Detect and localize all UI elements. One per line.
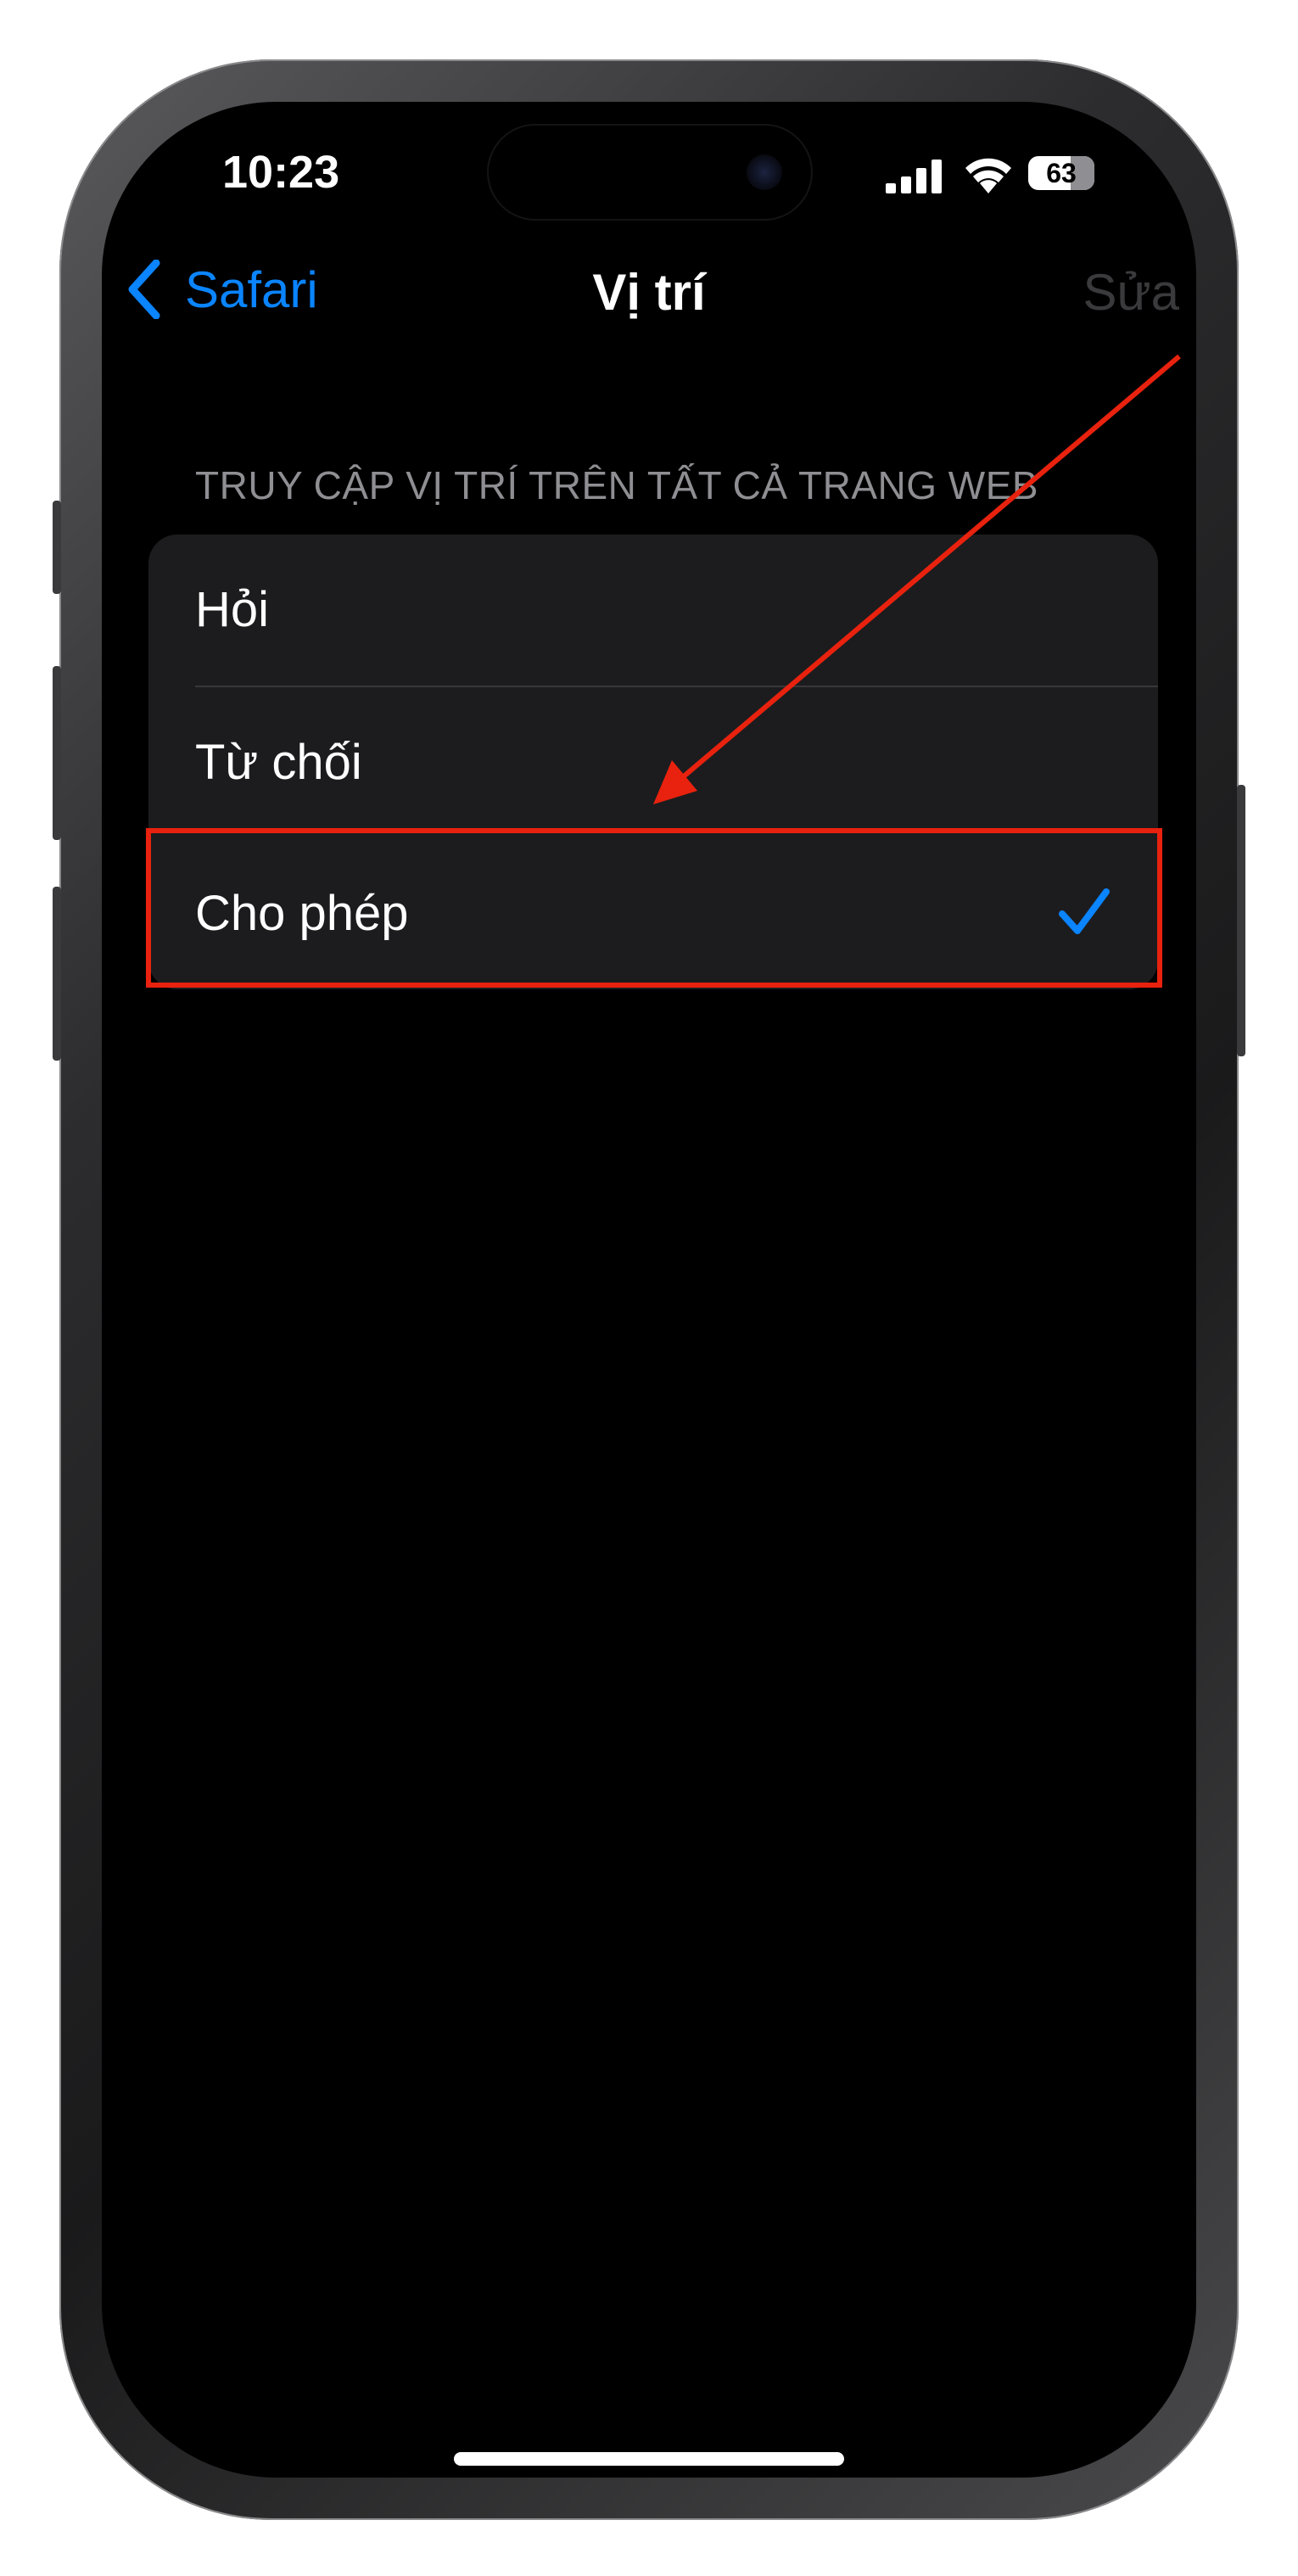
action-button [53,501,61,594]
phone-screen: 10:23 63 Safari Vị trí Sửa TRUY CẬP VỊ T… [102,102,1196,2478]
wifi-icon [965,158,1011,193]
status-icons: 63 [780,153,1120,195]
option-label: Hỏi [195,582,270,637]
side-button [1237,785,1245,1056]
option-ask[interactable]: Hỏi [148,535,1158,686]
dynamic-island [489,126,811,219]
option-deny[interactable]: Từ chối [148,687,1158,838]
option-label: Từ chối [195,735,362,790]
section-header: TRUY CẬP VỊ TRÍ TRÊN TẤT CẢ TRANG WEB [195,463,1039,507]
cellular-signal-icon [886,160,942,193]
page-title: Vị trí [592,264,706,321]
battery-level: 63 [1046,158,1077,188]
volume-up-button [53,666,61,840]
front-camera [747,154,782,190]
status-time: 10:23 [222,147,340,198]
edit-button[interactable]: Sửa [1083,263,1179,322]
home-indicator [454,2452,844,2466]
battery-icon: 63 [1028,156,1094,190]
volume-down-button [53,887,61,1061]
annotation-highlight-box [146,828,1162,988]
